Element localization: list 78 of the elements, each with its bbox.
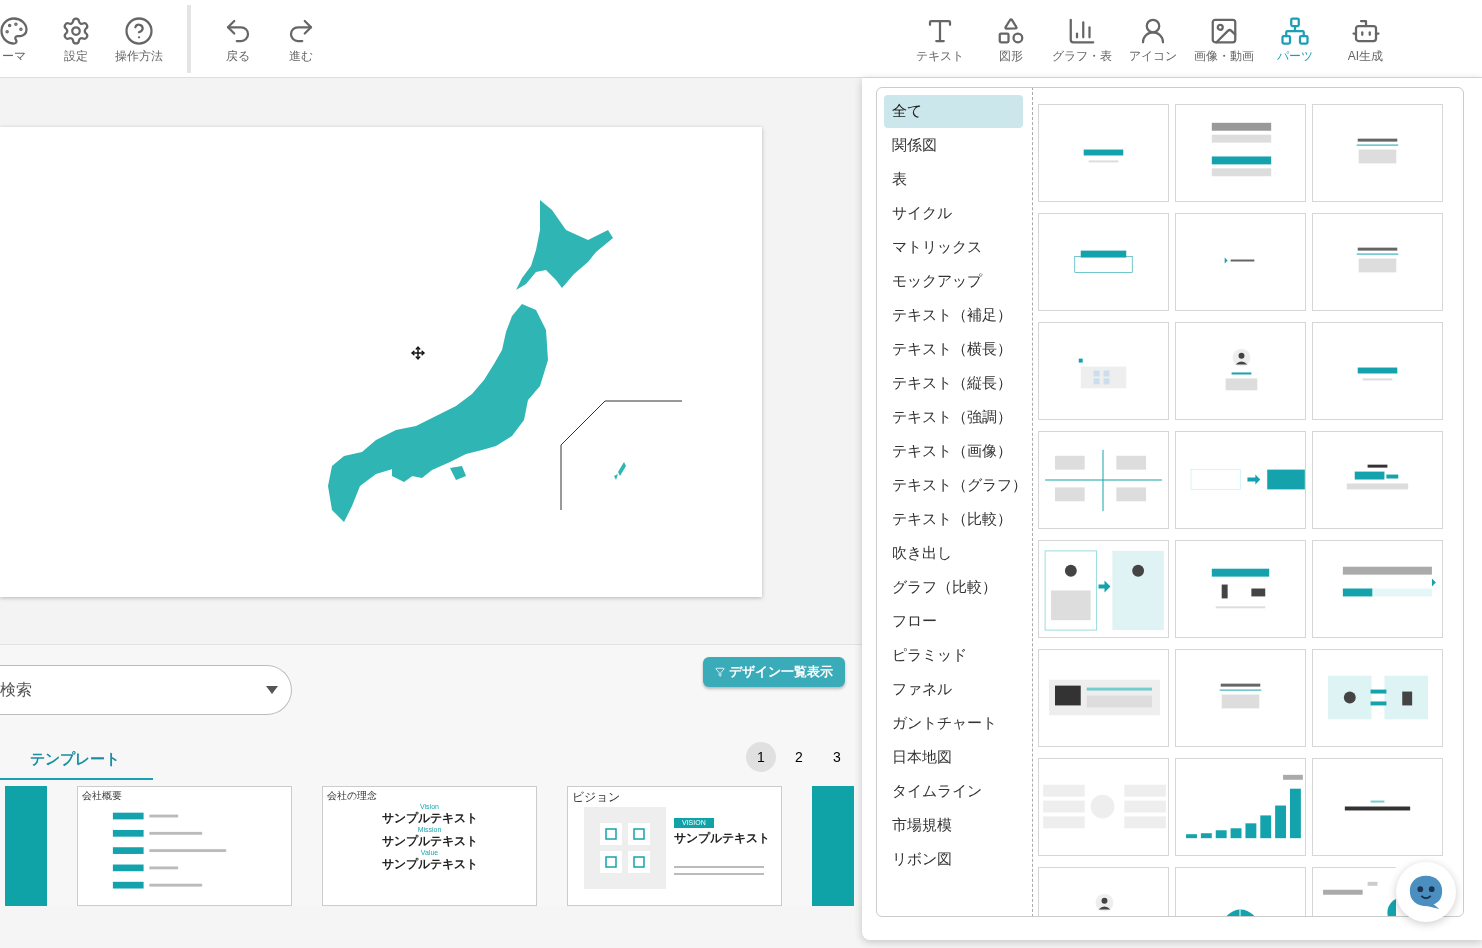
category-item[interactable]: フロー	[884, 605, 1023, 638]
toolbar-button[interactable]: 設定	[45, 3, 107, 74]
part-thumbnail[interactable]	[1038, 758, 1169, 856]
settings-icon	[61, 15, 91, 46]
category-item[interactable]: ガントチャート	[884, 707, 1023, 740]
category-item[interactable]: マトリックス	[884, 231, 1023, 264]
search-field[interactable]: 検索	[0, 665, 292, 715]
page-button[interactable]: 2	[784, 742, 814, 772]
part-thumbnail[interactable]	[1312, 322, 1443, 420]
tab[interactable]: テンプレート	[0, 741, 153, 780]
category-item[interactable]: 表	[884, 163, 1023, 196]
toolbar-button[interactable]: グラフ・表	[1046, 3, 1117, 74]
part-thumbnail[interactable]	[1175, 104, 1306, 202]
part-thumbnail[interactable]	[1175, 649, 1306, 747]
slide-text: サンプルテキスト	[381, 811, 478, 826]
part-thumbnail[interactable]	[1312, 431, 1443, 529]
category-item[interactable]: テキスト（比較）	[884, 503, 1023, 536]
palette-icon	[0, 15, 29, 46]
part-thumbnail[interactable]	[1175, 322, 1306, 420]
category-item[interactable]: テキスト（補足）	[884, 299, 1023, 332]
category-item[interactable]: ピラミッド	[884, 639, 1023, 672]
category-item[interactable]: テキスト（グラフ）	[884, 469, 1023, 502]
toolbar-button[interactable]: 図形	[975, 3, 1046, 74]
slide-title: 会社の理念	[327, 791, 378, 801]
part-thumbnail[interactable]	[1038, 540, 1169, 638]
template-thumbnail[interactable]	[5, 786, 47, 906]
part-thumbnail[interactable]	[1312, 104, 1443, 202]
slide-text: サンプルテキスト	[381, 857, 478, 872]
part-thumbnail[interactable]	[1038, 213, 1169, 311]
part-thumbnail[interactable]	[1312, 649, 1443, 747]
toolbar-button[interactable]: テキスト	[904, 3, 975, 74]
category-item[interactable]: 日本地図	[884, 741, 1023, 774]
page-button[interactable]: 3	[822, 742, 852, 772]
part-thumbnail[interactable]	[1175, 213, 1306, 311]
category-item[interactable]: タイムライン	[884, 775, 1023, 808]
diagram-icon	[1279, 15, 1310, 46]
part-thumbnail[interactable]	[1312, 213, 1443, 311]
speech-bubble-face-icon	[1407, 873, 1445, 911]
move-cursor-icon	[411, 346, 425, 360]
category-item[interactable]: リボン図	[884, 843, 1023, 876]
part-thumbnail[interactable]	[1175, 431, 1306, 529]
template-thumbnail[interactable]: 会社概要	[77, 786, 292, 906]
slide-title: 会社概要	[82, 791, 123, 801]
slide-text: サンプルテキスト	[674, 832, 770, 844]
toolbar-button[interactable]: 画像・動画	[1188, 3, 1259, 74]
category-item[interactable]: ファネル	[884, 673, 1023, 706]
help-icon	[124, 15, 154, 46]
category-item[interactable]: テキスト（縦長）	[884, 367, 1023, 400]
category-item[interactable]: 全て	[884, 95, 1023, 128]
category-item[interactable]: モックアップ	[884, 265, 1023, 298]
part-thumbnail[interactable]	[1312, 540, 1443, 638]
filter-icon	[715, 667, 725, 677]
part-thumbnail[interactable]	[1038, 649, 1169, 747]
category-item[interactable]: 市場規模	[884, 809, 1023, 842]
category-item[interactable]: テキスト（強調）	[884, 401, 1023, 434]
part-thumbnail[interactable]	[1175, 758, 1306, 856]
toolbar-button[interactable]: AI生成	[1330, 3, 1401, 74]
part-thumbnail[interactable]	[1175, 540, 1306, 638]
part-thumbnail[interactable]	[1038, 431, 1169, 529]
toolbar-button[interactable]: 進む	[270, 3, 332, 74]
toolbar-button[interactable]: アイコン	[1117, 3, 1188, 74]
category-item[interactable]: グラフ（比較）	[884, 571, 1023, 604]
toolbar-button[interactable]: ーマ	[0, 3, 45, 74]
page-button[interactable]: 1	[746, 742, 776, 772]
toolbar-button[interactable]: 操作方法	[107, 3, 171, 74]
category-item[interactable]: サイクル	[884, 197, 1023, 230]
part-thumbnail[interactable]	[1038, 104, 1169, 202]
part-thumbnail[interactable]	[1312, 758, 1443, 856]
dropdown-caret-icon	[266, 686, 278, 694]
slide-title: ビジョン	[572, 791, 621, 803]
slide-text: サンプルテキスト	[381, 834, 478, 849]
category-item[interactable]: テキスト（画像）	[884, 435, 1023, 468]
part-thumbnail[interactable]	[1038, 322, 1169, 420]
toolbar-button[interactable]: 戻る	[207, 3, 269, 74]
template-thumbnail[interactable]	[812, 786, 854, 906]
category-item[interactable]: 関係図	[884, 129, 1023, 162]
category-item[interactable]: 吹き出し	[884, 537, 1023, 570]
category-item[interactable]: テキスト（横長）	[884, 333, 1023, 366]
